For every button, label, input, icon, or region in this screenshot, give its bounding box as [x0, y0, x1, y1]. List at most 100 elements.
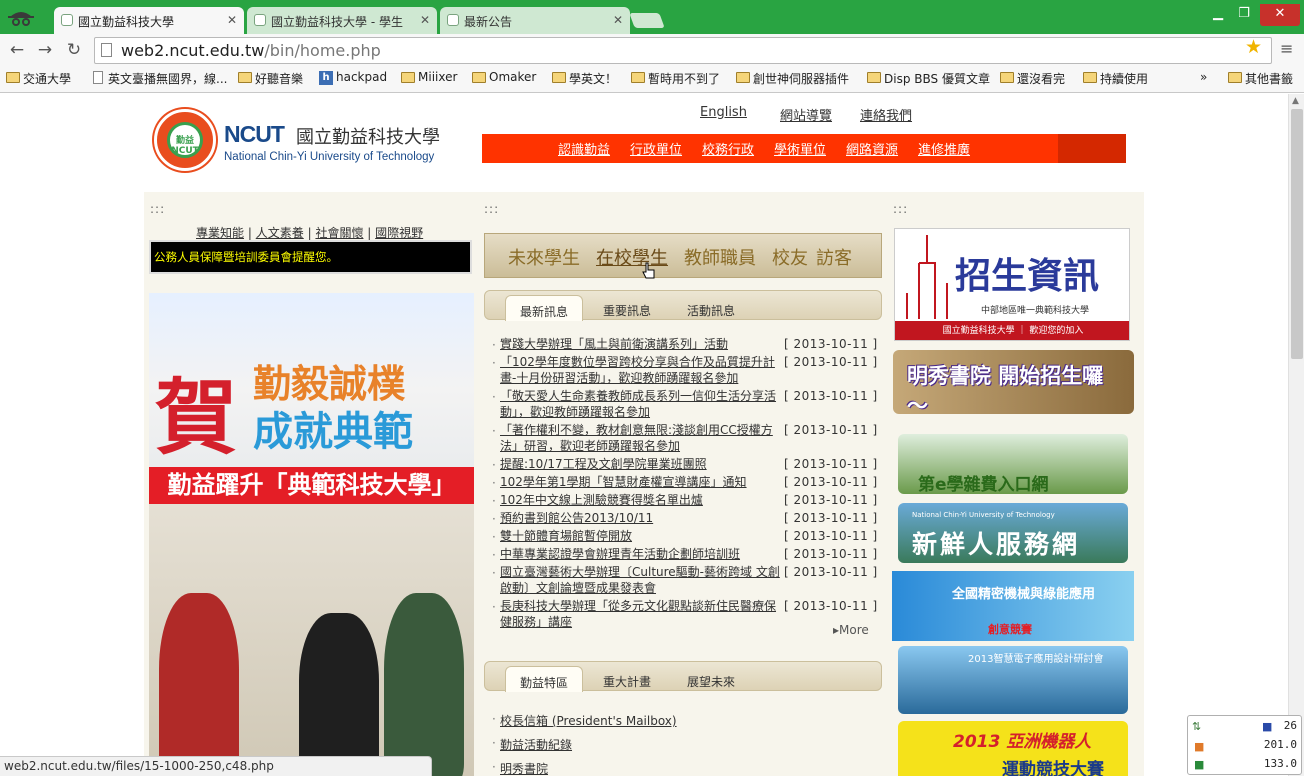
news-item[interactable]: 102年中文線上測驗競賽得獎名單出爐 [ 2013-10-11 ] — [492, 492, 878, 509]
link-contact[interactable]: 連絡我們 — [860, 105, 912, 124]
tab-outlook[interactable]: 展望未來 — [687, 673, 735, 690]
news-item[interactable]: 102學年第1學期「智慧財產權宣導講座」通知 [ 2013-10-11 ] — [492, 474, 878, 491]
news-title[interactable]: 提醒:10/17工程及文創學院畢業班團照 — [500, 456, 780, 472]
news-item[interactable]: 提醒:10/17工程及文創學院畢業班團照 [ 2013-10-11 ] — [492, 456, 878, 473]
news-item[interactable]: 長庚科技大學辦理「從多元文化觀點談新住民醫療保健服務」講座 [ 2013-10-1… — [492, 598, 878, 630]
tab-latest-news[interactable]: 最新訊息 — [505, 295, 584, 321]
subnav-social[interactable]: 社會關懷 — [315, 226, 363, 240]
tab-latest-news[interactable]: 最新公告 ✕ — [440, 7, 630, 34]
bookmark-folder[interactable]: 持續使用 — [1083, 70, 1148, 87]
link-english[interactable]: English — [700, 105, 747, 120]
news-title[interactable]: 實踐大學辦理「風土與前衛演講系列」活動 — [500, 336, 780, 352]
bookmark-label: 創世神伺服器插件 — [753, 72, 850, 86]
link-activity-record[interactable]: 勤益活動紀錄 — [492, 736, 572, 753]
new-tab-button[interactable] — [629, 13, 665, 28]
link-presidents-mailbox[interactable]: 校長信箱 (President's Mailbox) — [492, 712, 677, 729]
bookmark-folder[interactable]: Disp BBS 優質文章 — [867, 70, 990, 87]
role-future-students[interactable]: 未來學生 — [508, 244, 580, 270]
other-bookmarks[interactable]: 其他書籤 — [1228, 70, 1293, 87]
link-mingxiu-college[interactable]: 明秀書院 — [492, 760, 548, 776]
news-item[interactable]: 雙十節體育場館暫停開放 [ 2013-10-11 ] — [492, 528, 878, 545]
news-item[interactable]: 預約書到館公告2013/10/11 [ 2013-10-11 ] — [492, 510, 878, 527]
page-scrollbar[interactable]: ▲ — [1288, 94, 1304, 776]
tab-ncut-student[interactable]: 國立勤益科技大學 - 學生 ✕ — [247, 7, 437, 34]
news-item[interactable]: 中華專業認證學會辦理青年活動企劃師培訓班 [ 2013-10-11 ] — [492, 546, 878, 563]
nav-admin-units[interactable]: 行政單位 — [630, 139, 682, 158]
news-title[interactable]: 102學年第1學期「智慧財產權宣導講座」通知 — [500, 474, 780, 490]
bookmark-folder[interactable]: 暫時用不到了 — [631, 70, 720, 87]
bookmark-folder[interactable]: 還沒看完 — [1000, 70, 1065, 87]
tab-important-news[interactable]: 重要訊息 — [603, 302, 651, 319]
freshman-service-banner[interactable]: National Chin-Yi University of Technolog… — [898, 503, 1128, 563]
chrome-menu-icon[interactable]: ≡ — [1280, 39, 1293, 58]
news-title[interactable]: 「著作權利不變，教材創意無限:淺談創用CC授權方法」研習，歡迎老師踴躍報名參加 — [500, 422, 780, 454]
back-arrow-icon[interactable]: ← — [6, 39, 28, 61]
news-title[interactable]: 長庚科技大學辦理「從多元文化觀點談新住民醫療保健服務」講座 — [500, 598, 780, 630]
bookmark-folder[interactable]: 創世神伺服器插件 — [736, 70, 849, 87]
tab-major-projects[interactable]: 重大計畫 — [603, 673, 651, 690]
tuition-portal-banner[interactable]: 第e學雜費入口網 — [898, 434, 1128, 494]
nav-academic-units[interactable]: 學術單位 — [774, 139, 826, 158]
news-title[interactable]: 「102學年度數位學習跨校分享與合作及品質提升計畫-十月份研習活動」，歡迎教師踴… — [500, 354, 780, 386]
bookmark-folder[interactable]: Miiixer — [401, 70, 457, 84]
nav-network[interactable]: 網路資源 — [846, 139, 898, 158]
smart-electronics-banner[interactable]: 2013智慧電子應用設計研討會 — [898, 646, 1128, 714]
bookmark-folder[interactable]: 學英文！ — [552, 70, 617, 87]
bookmark-page[interactable]: 英文臺播無國界，線... — [91, 70, 227, 87]
news-item[interactable]: 實踐大學辦理「風土與前衛演講系列」活動 [ 2013-10-11 ] — [492, 336, 878, 353]
tab-event-news[interactable]: 活動訊息 — [687, 302, 735, 319]
news-title[interactable]: 中華專業認證學會辦理青年活動企劃師培訓班 — [500, 546, 780, 562]
news-date: [ 2013-10-11 ] — [784, 529, 878, 543]
news-item[interactable]: 國立臺灣藝術大學辦理〔Culture驅動-藝術跨域 文創啟動〕文創論壇暨成果發表… — [492, 564, 878, 596]
scroll-up-icon[interactable]: ▲ — [1292, 96, 1299, 106]
hero-banner[interactable]: 賀 勤毅誠樸 成就典範 勤益躍升「典範科技大學」 — [149, 293, 474, 776]
role-visitors[interactable]: 訪客 — [816, 244, 852, 270]
tab-ncut-home[interactable]: 國立勤益科技大學 ✕ — [54, 7, 244, 34]
site-logo[interactable]: 勤益 NCUT NCUT 國立勤益科技大學 National Chin-Yi U… — [154, 107, 466, 173]
banner-title: 招生資訊 — [955, 256, 1100, 297]
role-staff[interactable]: 教師職員 — [684, 244, 756, 270]
mingxiu-banner[interactable]: 明秀書院 開始招生囉～ — [893, 350, 1134, 414]
forward-arrow-icon[interactable]: → — [34, 39, 56, 61]
role-current-students[interactable]: 在校學生 — [596, 244, 668, 270]
subnav-humanities[interactable]: 人文素養 — [256, 226, 304, 240]
news-title[interactable]: 雙十節體育場館暫停開放 — [500, 528, 780, 544]
incognito-avatar-icon[interactable] — [6, 5, 36, 29]
nav-extension[interactable]: 進修推廣 — [918, 139, 970, 158]
tab-ncut-special[interactable]: 勤益特區 — [505, 666, 584, 692]
bookmark-hackpad[interactable]: h hackpad — [319, 70, 387, 85]
close-tab-icon[interactable]: ✕ — [613, 13, 623, 27]
news-title[interactable]: 預約書到館公告2013/10/11 — [500, 510, 780, 526]
link-sitemap[interactable]: 網站導覽 — [780, 105, 832, 124]
scroll-thumb[interactable] — [1291, 109, 1303, 359]
address-bar[interactable]: web2.ncut.edu.tw/bin/home.php — [94, 37, 1272, 64]
news-title[interactable]: 國立臺灣藝術大學辦理〔Culture驅動-藝術跨域 文創啟動〕文創論壇暨成果發表… — [500, 564, 780, 596]
maximize-button[interactable]: ❐ — [1231, 4, 1257, 26]
close-tab-icon[interactable]: ✕ — [420, 13, 430, 27]
subnav-international[interactable]: 國際視野 — [375, 226, 423, 240]
precision-machinery-banner[interactable]: 全國精密機械與綠能應用 創意競賽 — [892, 571, 1134, 641]
marquee-notice[interactable]: 公務人員保障暨培訓委員會提醒您。 — [149, 240, 472, 274]
news-item[interactable]: 「102學年度數位學習跨校分享與合作及品質提升計畫-十月份研習活動」，歡迎教師踴… — [492, 354, 878, 386]
admissions-banner[interactable]: 招生資訊 中部地區唯一典範科技大學 國立勤益科技大學 ｜ 歡迎您的加入 — [894, 228, 1130, 341]
subnav-professional[interactable]: 專業知能 — [196, 226, 244, 240]
minimize-button[interactable]: ▁ — [1205, 4, 1231, 26]
news-title[interactable]: 「敬天愛人生命素養教師成長系列一信仰生活分享活動」，歡迎教師踴躍報名參加 — [500, 388, 780, 420]
bookmark-folder[interactable]: 交通大學 — [6, 70, 71, 87]
close-tab-icon[interactable]: ✕ — [227, 13, 237, 27]
news-title[interactable]: 102年中文線上測驗競賽得獎名單出爐 — [500, 492, 780, 508]
more-link[interactable]: ▸More — [833, 623, 869, 637]
reload-icon[interactable]: ↻ — [63, 39, 85, 61]
role-alumni[interactable]: 校友 — [772, 244, 808, 270]
nav-about[interactable]: 認識勤益 — [558, 139, 610, 158]
news-item[interactable]: 「著作權利不變，教材創意無限:淺談創用CC授權方法」研習，歡迎老師踴躍報名參加 [… — [492, 422, 878, 454]
nav-school-admin[interactable]: 校務行政 — [702, 139, 754, 158]
close-window-button[interactable]: ✕ — [1260, 4, 1300, 26]
bookmarks-overflow-button[interactable]: » — [1200, 70, 1207, 84]
bookmark-folder[interactable]: Omaker — [472, 70, 536, 84]
news-item[interactable]: 「敬天愛人生命素養教師成長系列一信仰生活分享活動」，歡迎教師踴躍報名參加 [ 20… — [492, 388, 878, 420]
robot-games-banner[interactable]: 2013 亞洲機器人 運動競技大賽 — [898, 721, 1128, 776]
banner-sub: 創意競賽 — [988, 623, 1032, 636]
bookmark-folder[interactable]: 好聽音樂 — [238, 70, 303, 87]
bookmark-star-icon[interactable]: ★ — [1245, 36, 1262, 58]
